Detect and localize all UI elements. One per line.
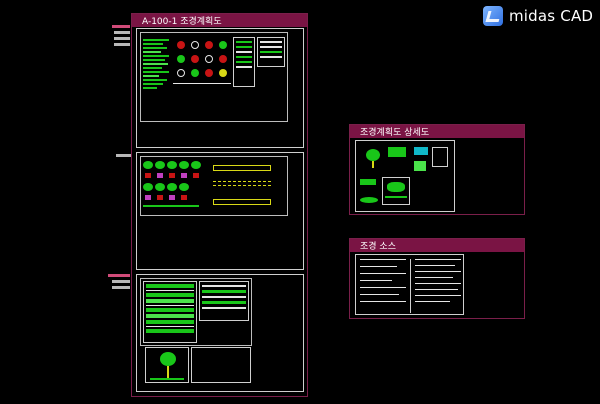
source-symbols-left [360,259,406,313]
detail-block-1 [388,147,406,157]
detail-block-4 [360,179,376,185]
sheet-2-bar-3 [213,199,271,205]
midas-cad-logo: midas CAD [483,6,593,26]
sheet-2-bar-1 [213,165,271,171]
detail-sheet[interactable] [355,140,455,212]
detail-block-2 [414,147,428,155]
group-title-landscape-source: 조경 소스 [350,239,524,252]
sheet-2-bar-2 [213,181,271,186]
layer-tags-top[interactable] [112,25,132,46]
detail-block-5 [382,177,410,205]
sheet-3-tree-detail [145,347,189,383]
drawing-sheet-2[interactable] [136,152,304,270]
sheet-1-legend-text [143,39,171,99]
sheet-1-table-b [257,37,285,67]
detail-tree-icon [360,147,388,169]
source-sheet[interactable] [355,254,464,315]
sheet-2-symbols [143,161,209,213]
group-title-landscape-detail: 조경계획도 상세도 [350,125,524,138]
sheet-1-table-a [233,37,255,87]
source-symbols-right [410,259,461,313]
group-title-a100-1: A-100-1 조경계획도 [132,14,307,27]
brand-name: midas CAD [509,7,594,25]
layer-tags-bottom[interactable] [108,274,132,289]
detail-block-7 [414,161,426,171]
detail-block-3 [432,147,448,167]
midas-logo-icon [483,6,503,26]
sheet-1-symbol-grid [173,39,231,89]
sheet-3-blank-detail [191,347,251,383]
detail-block-6 [360,197,378,203]
sheet-3-plant-table [143,281,197,343]
drawing-sheet-1[interactable] [136,28,304,148]
layer-tag-mid[interactable] [116,154,132,157]
sheet-3-spec-table [199,281,249,321]
drawing-sheet-3[interactable] [136,274,304,392]
